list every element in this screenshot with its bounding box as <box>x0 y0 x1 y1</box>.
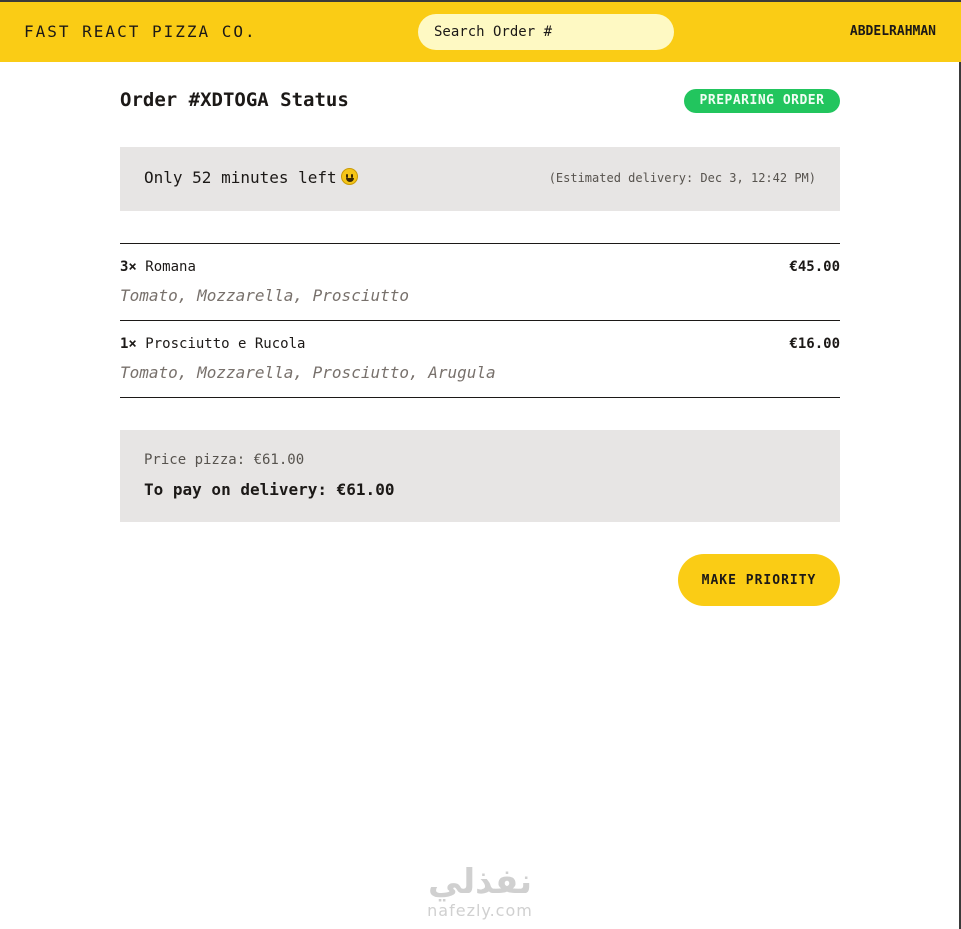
order-item-name: Prosciutto e Rucola <box>145 336 306 352</box>
username: ABDELRAHMAN <box>849 24 936 39</box>
order-item-quantity: 3× <box>120 259 137 275</box>
watermark-logo: نفذلي nafezly.com <box>400 862 560 920</box>
order-item-name: Romana <box>145 259 196 275</box>
watermark-arabic-text: نفذلي <box>427 862 533 902</box>
order-items-list: 3× Romana €45.00 Tomato, Mozzarella, Pro… <box>120 243 840 398</box>
order-item-ingredients: Tomato, Mozzarella, Prosciutto <box>120 286 409 305</box>
order-item-title: 1× Prosciutto e Rucola <box>120 336 305 352</box>
order-item-price: €16.00 <box>789 336 840 352</box>
order-title: Order #XDTOGA Status <box>120 89 349 111</box>
order-item-title: 3× Romana <box>120 259 196 275</box>
price-pizza-text: Price pizza: €61.00 <box>144 452 305 468</box>
order-item-ingredients: Tomato, Mozzarella, Prosciutto, Arugula <box>120 363 496 382</box>
order-item-price: €45.00 <box>789 259 840 275</box>
order-item-quantity: 1× <box>120 336 137 352</box>
watermark-latin-text: nafezly.com <box>427 901 533 920</box>
estimated-delivery-text: (Estimated delivery: Dec 3, 12:42 PM) <box>548 171 816 185</box>
delivery-estimate-panel: Only 52 minutes left (Estimated delivery… <box>120 147 840 211</box>
to-pay-text: To pay on delivery: €61.00 <box>144 480 395 499</box>
time-left-text: Only 52 minutes left <box>144 168 337 187</box>
make-priority-button[interactable]: MAKE PRIORITY <box>678 554 840 606</box>
price-summary-panel: Price pizza: €61.00 To pay on delivery: … <box>120 430 840 522</box>
search-order-input[interactable] <box>418 14 674 50</box>
smiley-face-icon <box>340 168 358 185</box>
app-logo[interactable]: FAST REACT PIZZA CO. <box>24 22 257 41</box>
app-header: FAST REACT PIZZA CO. ABDELRAHMAN <box>0 2 961 62</box>
time-left-row: Only 52 minutes left <box>144 168 358 187</box>
order-item: 1× Prosciutto e Rucola €16.00 Tomato, Mo… <box>120 321 840 398</box>
order-item: 3× Romana €45.00 Tomato, Mozzarella, Pro… <box>120 244 840 321</box>
status-badge: PREPARING ORDER <box>684 89 840 113</box>
